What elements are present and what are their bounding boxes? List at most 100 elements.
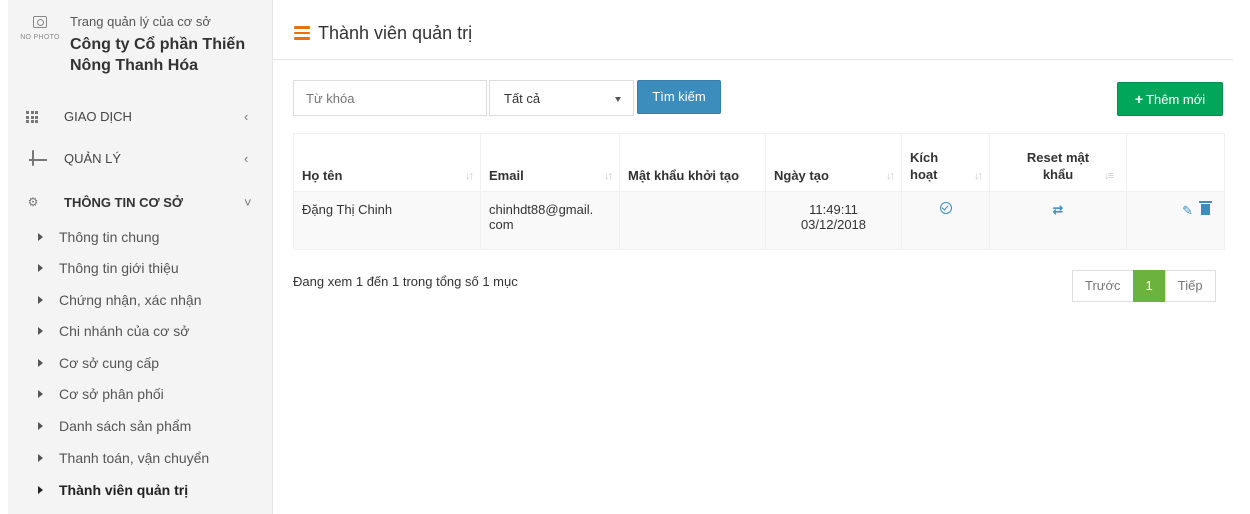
cell-active <box>901 191 990 250</box>
header-label-line1: Kích <box>910 150 939 165</box>
created-time: 11:49:11 <box>809 202 858 217</box>
column-header-reset-password[interactable]: Reset mật khẩu ↓≡ <box>989 133 1127 192</box>
cell-created: 11:49:11 03/12/2018 <box>765 191 902 250</box>
column-header-initial-password: Mật khẩu khởi tạo <box>619 133 766 192</box>
sort-icon: ↓↑ <box>886 170 895 182</box>
pagination: Trước 1 Tiếp <box>1072 270 1216 302</box>
page-header: Thành viên quản trị <box>273 8 1233 60</box>
sidebar-item-label: Chi nhánh của cơ sở <box>59 323 190 339</box>
sidebar-item-label: Thông tin giới thiệu <box>59 260 179 276</box>
status-select[interactable]: Tất cả <box>489 80 634 116</box>
sidebar-item-label: Danh sách sản phẩm <box>59 418 192 434</box>
caret-right-icon <box>38 296 43 304</box>
caret-right-icon <box>38 422 43 430</box>
sidebar: NO PHOTO Trang quản lý của cơ sở Công ty… <box>8 0 273 514</box>
cell-name: Đặng Thị Chinh <box>293 191 481 250</box>
sidebar-item-chung-nhan[interactable]: Chứng nhận, xác nhận <box>8 289 273 311</box>
chevron-left-icon: ‹ <box>244 108 249 124</box>
sort-icon: ↓↑ <box>604 170 613 182</box>
pencil-icon[interactable]: ✎ <box>1182 203 1193 219</box>
sidebar-item-label: Cơ sở cung cấp <box>59 355 160 371</box>
sidebar-item-thanh-toan[interactable]: Thanh toán, vận chuyển <box>8 447 273 469</box>
caret-down-icon <box>615 97 621 102</box>
sidebar-item-label: Thành viên quản trị <box>59 482 189 498</box>
column-header-name[interactable]: Họ tên ↓↑ <box>293 133 481 192</box>
email-line1: chinhdt88@gmail. <box>489 202 594 217</box>
search-button[interactable]: Tìm kiếm <box>637 80 721 114</box>
pagination-info: Đang xem 1 đến 1 trong tổng số 1 mục <box>293 274 518 289</box>
sidebar-item-label: Thông tin chung <box>59 229 160 245</box>
sidebar-item-thanh-vien-quan-tri[interactable]: Thành viên quản trị <box>8 479 273 501</box>
caret-right-icon <box>38 359 43 367</box>
pagination-next[interactable]: Tiếp <box>1164 270 1216 302</box>
camera-icon <box>33 16 47 28</box>
plus-icon: + <box>1134 91 1144 107</box>
sidebar-item-co-so-phan-phoi[interactable]: Cơ sở phân phối <box>8 383 273 405</box>
sidebar-item-thong-tin-gioi-thieu[interactable]: Thông tin giới thiệu <box>8 257 273 279</box>
sidebar-item-thong-tin-chung[interactable]: Thông tin chung <box>8 226 273 248</box>
org-avatar: NO PHOTO <box>20 16 60 46</box>
table-header-row: Họ tên ↓↑ Email ↓↑ Mật khẩu khởi tạo Ngày … <box>293 133 1225 192</box>
page-title: Thành viên quản trị <box>318 23 473 43</box>
sort-icon: ↓↑ <box>465 170 474 182</box>
admin-members-table: Họ tên ↓↑ Email ↓↑ Mật khẩu khởi tạo Ngày … <box>293 133 1225 250</box>
created-date: 03/12/2018 <box>800 217 867 232</box>
pagination-page[interactable]: 1 <box>1132 270 1166 302</box>
org-subtitle: Trang quản lý của cơ sở <box>70 14 211 29</box>
caret-right-icon <box>38 233 43 241</box>
header-label: Email <box>489 168 524 183</box>
menu-item-label: THÔNG TIN CƠ SỞ <box>64 194 183 210</box>
cell-initial-password <box>619 191 766 250</box>
caret-right-icon <box>38 327 43 335</box>
header-label-line1: Reset mật <box>1026 150 1090 165</box>
cell-actions: ✎ <box>1126 191 1225 250</box>
column-header-created[interactable]: Ngày tạo ↓↑ <box>765 133 902 192</box>
keyword-search-input[interactable] <box>293 80 487 116</box>
column-header-active[interactable]: Kích hoạt ↓↑ <box>901 133 990 192</box>
trash-icon[interactable] <box>1199 201 1212 215</box>
menu-item-quan-ly[interactable]: QUẢN LÝ ‹ <box>8 146 273 170</box>
sidebar-item-label: Chứng nhận, xác nhận <box>59 292 202 308</box>
menu-item-thong-tin-co-so[interactable]: ⚙ THÔNG TIN CƠ SỞ ˅ <box>8 190 273 214</box>
add-new-button[interactable]: + Thêm mới <box>1117 82 1223 116</box>
sidebar-item-danh-sach-san-pham[interactable]: Danh sách sản phẩm <box>8 415 273 437</box>
email-line2: com <box>489 217 514 232</box>
cell-reset-password: ⇄ <box>989 191 1127 250</box>
column-header-email[interactable]: Email ↓↑ <box>480 133 620 192</box>
org-name: Công ty Cổ phần Thiến Nông Thanh Hóa <box>70 36 246 74</box>
chevron-down-icon: ˅ <box>244 194 252 210</box>
menu-item-label: GIAO DỊCH <box>64 108 132 124</box>
sort-icon: ↓↑ <box>974 170 983 182</box>
header-label-line2: hoạt <box>910 167 938 182</box>
sidebar-item-chi-nhanh[interactable]: Chi nhánh của cơ sở <box>8 320 273 342</box>
add-new-label: Thêm mới <box>1146 92 1206 107</box>
caret-right-icon <box>38 390 43 398</box>
sort-desc-icon: ↓≡ <box>1104 170 1114 182</box>
laptop-icon <box>26 150 40 166</box>
header-label: Mật khẩu khởi tạo <box>628 168 740 183</box>
header-label: Ngày tạo <box>774 168 829 183</box>
caret-right-icon <box>38 454 43 462</box>
chevron-left-icon: ‹ <box>244 150 249 166</box>
cell-email: chinhdt88@gmail. com <box>480 191 620 250</box>
pagination-prev[interactable]: Trước <box>1072 270 1134 302</box>
sidebar-item-label: Thanh toán, vận chuyển <box>59 450 210 466</box>
column-header-actions <box>1126 133 1225 192</box>
hamburger-menu-icon[interactable] <box>294 26 310 40</box>
caret-right-icon <box>38 486 43 494</box>
menu-item-label: QUẢN LÝ <box>64 150 122 166</box>
retweet-icon[interactable]: ⇄ <box>1053 202 1064 218</box>
grid-icon <box>26 109 40 123</box>
check-circle-icon[interactable] <box>939 202 952 214</box>
menu-item-giao-dich[interactable]: GIAO DỊCH ‹ <box>8 104 273 128</box>
cogs-icon: ⚙ <box>27 195 39 209</box>
caret-right-icon <box>38 264 43 272</box>
header-label-line2: khẩu <box>1042 167 1074 182</box>
sidebar-item-label: Cơ sở phân phối <box>59 386 164 402</box>
header-label: Họ tên <box>302 168 343 183</box>
sidebar-item-co-so-cung-cap[interactable]: Cơ sở cung cấp <box>8 352 273 374</box>
status-select-value: Tất cả <box>504 91 541 106</box>
main-content: Thành viên quản trị Tất cả Tìm kiếm +Thê… <box>273 0 1250 514</box>
no-photo-label: NO PHOTO <box>20 34 60 41</box>
org-header: NO PHOTO Trang quản lý của cơ sở Công ty… <box>8 0 272 92</box>
